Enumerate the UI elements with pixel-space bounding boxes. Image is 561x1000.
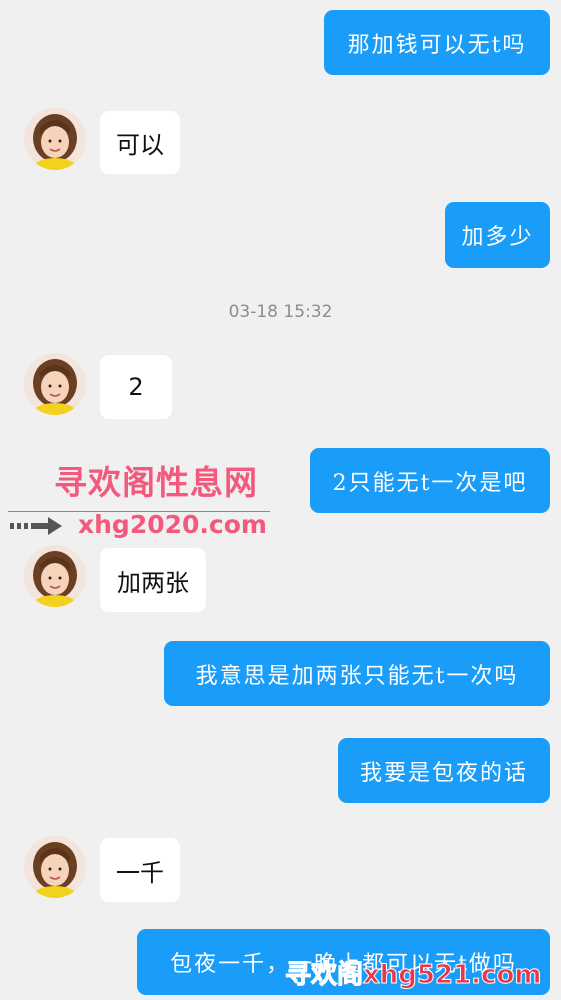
avatar-icon	[24, 353, 86, 415]
avatar-icon	[24, 836, 86, 898]
watermark-site-name: 寻欢阁性息网	[54, 463, 258, 502]
outgoing-message-bubble[interactable]: 2只能无t一次是吧	[310, 448, 550, 513]
message-text: 加多少	[461, 225, 534, 250]
contact-avatar[interactable]	[24, 545, 86, 607]
contact-avatar[interactable]	[24, 836, 86, 898]
dashed-right-arrow-icon	[10, 517, 62, 535]
incoming-message-bubble[interactable]: 一千	[100, 838, 180, 902]
watermark-site-url: xhg2020.com	[78, 510, 267, 539]
timestamp-divider: 03-18 15:32	[228, 302, 333, 322]
contact-avatar[interactable]	[24, 108, 86, 170]
incoming-message-bubble[interactable]: 2	[100, 355, 172, 419]
contact-avatar[interactable]	[24, 353, 86, 415]
outgoing-message-bubble[interactable]: 我意思是加两张只能无t一次吗	[164, 641, 550, 706]
message-text: 一千	[116, 858, 164, 887]
message-text: 2只能无t一次是吧	[332, 470, 528, 496]
incoming-message-bubble[interactable]: 加两张	[100, 548, 206, 612]
watermark-bottom: 寻欢阁xhg521.com	[284, 960, 542, 991]
message-text: 加两张	[117, 568, 189, 597]
outgoing-message-bubble[interactable]: 那加钱可以无t吗	[324, 10, 550, 75]
message-text: 那加钱可以无t吗	[347, 32, 527, 58]
message-text: 可以	[116, 131, 164, 159]
outgoing-message-bubble[interactable]: 加多少	[445, 202, 550, 268]
message-text: 我意思是加两张只能无t一次吗	[195, 663, 519, 689]
avatar-icon	[24, 108, 86, 170]
outgoing-message-bubble[interactable]: 我要是包夜的话	[338, 738, 550, 803]
message-text: 2	[128, 373, 144, 401]
avatar-icon	[24, 545, 86, 607]
incoming-message-bubble[interactable]: 可以	[100, 111, 180, 174]
message-text: 我要是包夜的话	[359, 760, 528, 786]
